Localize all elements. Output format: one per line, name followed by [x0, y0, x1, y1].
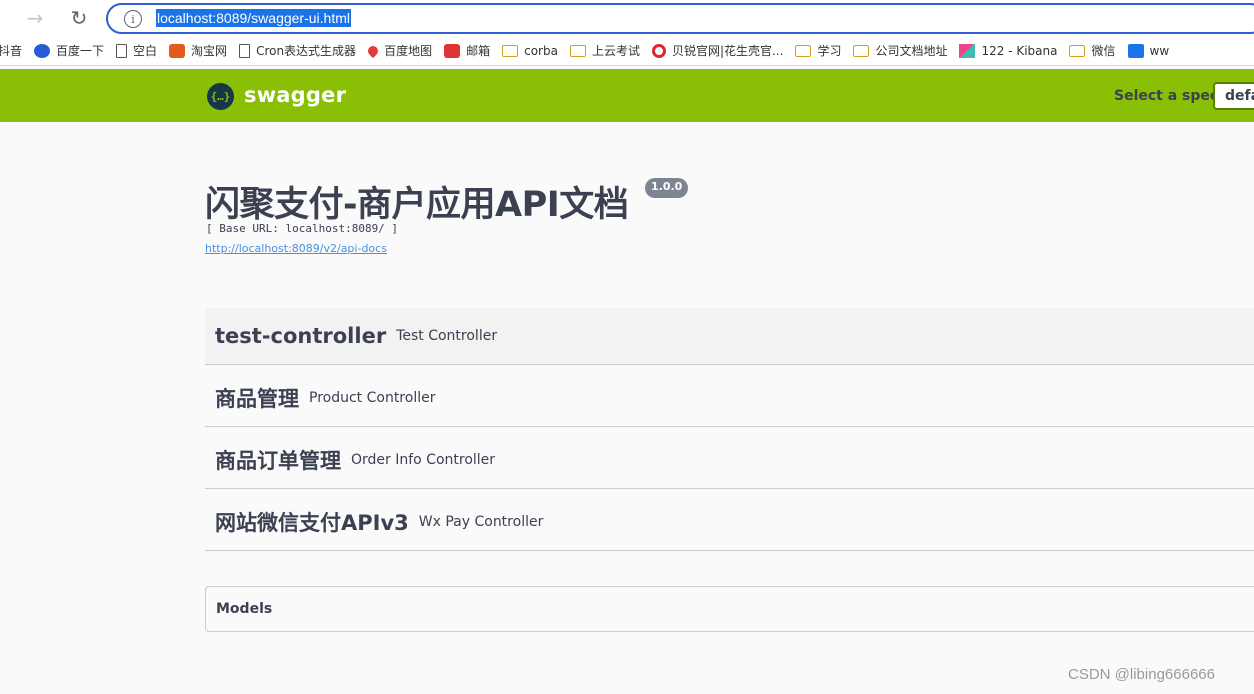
bookmark-oray[interactable]: 贝锐官网|花生壳官...	[651, 42, 783, 59]
bookmark-baidu[interactable]: 百度一下	[34, 42, 104, 59]
bookmark-study[interactable]: 学习	[795, 42, 841, 59]
swagger-logo-text[interactable]: swagger	[244, 83, 346, 107]
bookmark-kibana[interactable]: 122 - Kibana	[959, 43, 1057, 58]
back-arrow-icon[interactable]: →	[22, 6, 48, 30]
url-text[interactable]: localhost:8089/swagger-ui.html	[156, 9, 351, 27]
api-title: 闪聚支付-商户应用API文档	[205, 185, 629, 225]
tag-name: 网站微信支付APIv3	[215, 511, 409, 535]
bookmark-baidu-map[interactable]: 百度地图	[365, 42, 432, 59]
peanut-icon	[651, 43, 666, 58]
spec-select[interactable]: default	[1213, 82, 1254, 110]
swagger-logo-icon[interactable]: {…}	[207, 83, 234, 110]
bookmark-douyin[interactable]: 抖音	[0, 42, 22, 59]
api-docs-link[interactable]: http://localhost:8089/v2/api-docs	[205, 242, 387, 255]
folder-icon	[853, 44, 870, 57]
bookmark-wechat[interactable]: 微信	[1069, 42, 1116, 59]
taobao-icon	[169, 43, 186, 58]
tag-product-management[interactable]: 商品管理 Product Controller	[205, 370, 1254, 427]
bookmark-blank[interactable]: 空白	[116, 42, 157, 59]
browser-toolbar: → ↻ i localhost:8089/swagger-ui.html	[0, 0, 1254, 36]
kibana-icon	[959, 43, 976, 58]
base-url: [ Base URL: localhost:8089/ ]	[206, 222, 399, 235]
tag-wx-pay[interactable]: 网站微信支付APIv3 Wx Pay Controller	[205, 494, 1254, 551]
bookmark-mail[interactable]: 邮箱	[444, 42, 490, 59]
tag-name: test-controller	[215, 324, 387, 348]
tag-description: Order Info Controller	[351, 452, 496, 468]
models-label: Models	[216, 601, 273, 617]
reload-icon[interactable]: ↻	[66, 6, 92, 30]
map-pin-icon	[365, 43, 381, 58]
bookmark-company-docs[interactable]: 公司文档地址	[853, 42, 947, 59]
version-badge: 1.0.0	[645, 178, 689, 198]
bookmark-taobao[interactable]: 淘宝网	[169, 42, 227, 59]
models-section[interactable]: Models	[205, 586, 1254, 632]
site-info-icon[interactable]: i	[124, 10, 142, 28]
page-icon	[116, 43, 128, 58]
tag-name: 商品订单管理	[215, 449, 341, 473]
csdn-watermark: CSDN @libing666666	[1068, 666, 1215, 683]
mail-icon	[444, 43, 461, 58]
bookmark-corba[interactable]: corba	[502, 44, 558, 58]
tag-description: Product Controller	[309, 390, 436, 406]
folder-icon	[502, 44, 519, 57]
bookmark-cron[interactable]: Cron表达式生成器	[239, 42, 356, 59]
bookmark-ww[interactable]: ww	[1127, 43, 1169, 58]
address-bar[interactable]: i localhost:8089/swagger-ui.html	[106, 3, 1254, 34]
tag-test-controller[interactable]: test-controller Test Controller	[205, 308, 1254, 365]
swagger-topbar: {…} swagger Select a spec default	[0, 69, 1254, 122]
bookmarks-bar: 抖音 百度一下 空白 淘宝网 Cron表达式生成器 百度地图 邮箱 corba …	[0, 36, 1254, 66]
tag-name: 商品管理	[215, 387, 299, 411]
baidu-icon	[34, 43, 51, 58]
wave-icon	[1127, 43, 1144, 58]
folder-icon	[569, 44, 586, 57]
tag-description: Wx Pay Controller	[418, 514, 544, 530]
page-icon	[239, 43, 251, 58]
folder-icon	[1069, 44, 1086, 57]
tag-order-management[interactable]: 商品订单管理 Order Info Controller	[205, 432, 1254, 489]
tag-description: Test Controller	[396, 328, 498, 344]
select-spec-label: Select a spec	[1114, 88, 1219, 104]
folder-icon	[795, 44, 812, 57]
bookmark-cloud-exam[interactable]: 上云考试	[569, 42, 640, 59]
